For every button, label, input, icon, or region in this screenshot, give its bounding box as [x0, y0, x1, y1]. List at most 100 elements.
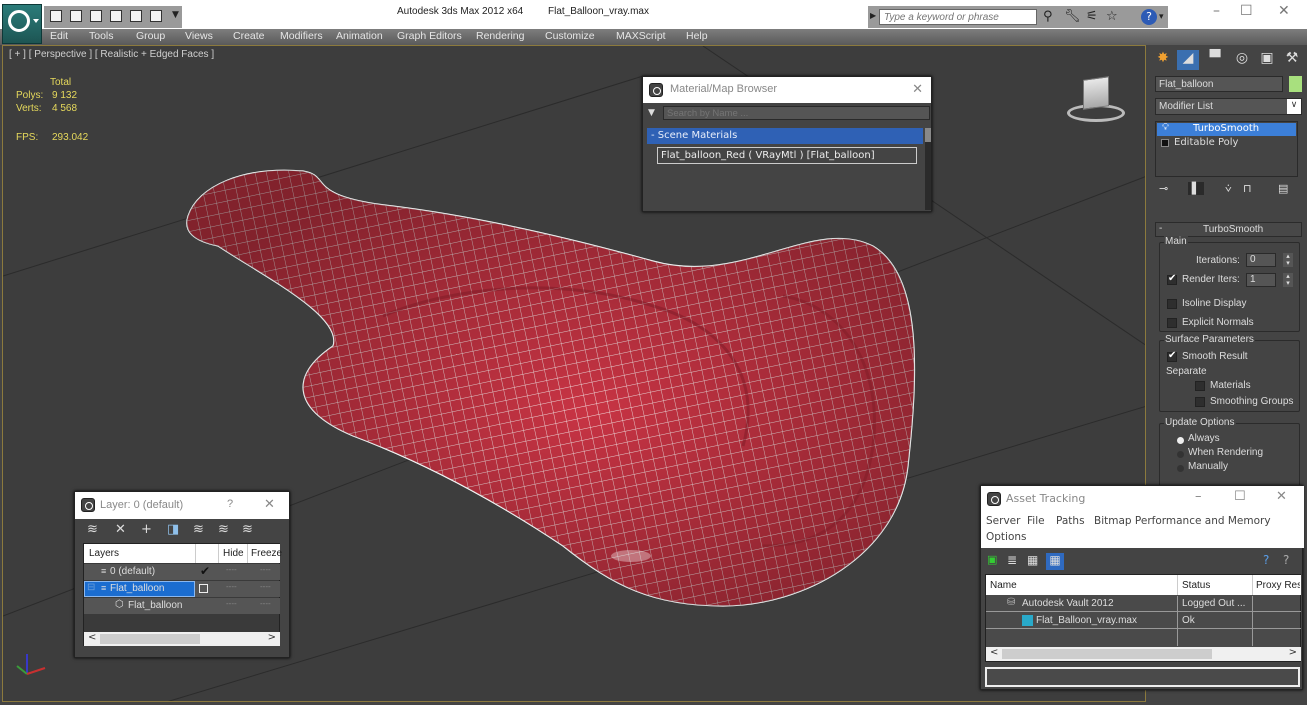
scroll-left-icon[interactable]: < [88, 632, 96, 643]
update-manually-radio[interactable] [1177, 465, 1184, 472]
modify-tab-icon[interactable]: ◢ [1177, 50, 1199, 70]
hierarchy-tab-icon[interactable]: ▀ [1204, 50, 1226, 70]
minimize-button[interactable]: – [1195, 489, 1202, 504]
menu-graph-editors[interactable]: Graph Editors [397, 30, 462, 42]
menu-create[interactable]: Create [233, 30, 265, 42]
menu-file[interactable]: File [1027, 515, 1045, 527]
scene-materials-group[interactable]: - Scene Materials [647, 128, 923, 144]
asset-row[interactable]: Flat_Balloon_vray.max Ok [986, 613, 1301, 629]
iterations-input[interactable]: 0 [1246, 253, 1276, 267]
menu-options[interactable]: Options [986, 531, 1027, 543]
scroll-right-icon[interactable]: > [1289, 647, 1297, 658]
column-status[interactable]: Status [1182, 580, 1210, 591]
layer-dialog-titlebar[interactable]: Layer: 0 (default) ? ✕ [75, 492, 289, 519]
binoculars-icon[interactable]: ⚲ [1043, 9, 1053, 24]
isoline-display-checkbox[interactable] [1167, 299, 1177, 309]
smooth-result-checkbox[interactable] [1167, 350, 1177, 362]
asset-horizontal-scrollbar[interactable]: < > [986, 647, 1301, 661]
material-search-input[interactable] [663, 106, 930, 120]
hide-all-layers-icon[interactable]: ≋ [218, 522, 229, 537]
3ds-max-logo-icon[interactable] [2, 4, 42, 44]
close-icon[interactable]: ✕ [912, 81, 923, 97]
expand-arrow-icon[interactable]: ▶ [870, 11, 876, 20]
show-end-result-icon[interactable]: ▌ [1188, 182, 1204, 195]
create-tab-icon[interactable]: ✸ [1152, 50, 1174, 70]
layer-horizontal-scrollbar[interactable]: < > [84, 632, 280, 646]
chevron-down-icon[interactable]: ∨ [1287, 99, 1301, 114]
hold-icon[interactable] [130, 10, 142, 22]
thumbnail-view-icon[interactable]: ▦ [1027, 553, 1038, 567]
expand-icon[interactable]: ⊟ [87, 582, 95, 593]
column-layers[interactable]: Layers [89, 548, 119, 559]
menu-modifiers[interactable]: Modifiers [280, 30, 323, 42]
refresh-icon[interactable]: ▣ [987, 553, 997, 566]
viewcube[interactable] [1063, 74, 1129, 126]
undo-icon[interactable] [90, 10, 102, 22]
scroll-left-icon[interactable]: < [990, 647, 998, 658]
column-name[interactable]: Name [990, 580, 1017, 591]
help-button[interactable]: ? [227, 498, 233, 510]
freeze-toggle[interactable]: ---- [260, 599, 271, 608]
column-hide[interactable]: Hide [223, 548, 244, 559]
viewcube-cube-icon[interactable] [1083, 76, 1109, 110]
freeze-toggle[interactable]: ---- [260, 565, 271, 574]
configure-modifier-sets-icon[interactable]: ▤ [1278, 182, 1288, 195]
star-icon[interactable]: ☆ [1106, 9, 1118, 24]
expand-icon[interactable] [1161, 139, 1169, 147]
update-always-radio[interactable] [1177, 437, 1184, 444]
qat-dropdown-icon[interactable]: ▼ [172, 10, 179, 20]
context-help-icon[interactable]: ? [1283, 553, 1289, 567]
viewport-label[interactable]: [ + ] [ Perspective ] [ Realistic + Edge… [9, 49, 214, 60]
close-icon[interactable]: ✕ [264, 496, 275, 512]
layer-row[interactable]: ⬡ Flat_balloon ---- ---- [84, 598, 280, 614]
column-freeze[interactable]: Freeze [251, 548, 282, 559]
help-icon[interactable]: ? [1263, 553, 1269, 567]
highlight-layer-icon[interactable]: ≋ [193, 522, 204, 537]
wrench-icon[interactable]: 🔧︎ [1064, 9, 1081, 24]
explicit-normals-checkbox[interactable] [1167, 318, 1177, 328]
freeze-toggle[interactable]: ---- [260, 582, 271, 591]
create-layer-icon[interactable]: ≋ [87, 522, 98, 537]
hide-toggle[interactable]: ---- [226, 565, 237, 574]
menu-views[interactable]: Views [185, 30, 213, 42]
close-button[interactable]: ✕ [1276, 489, 1287, 504]
modifier-list-dropdown[interactable]: Modifier List ∨ [1155, 98, 1302, 115]
menu-server[interactable]: Server [986, 515, 1020, 527]
menu-paths[interactable]: Paths [1056, 515, 1085, 527]
iterations-spinner[interactable]: ▴ ▾ [1283, 253, 1293, 267]
turbosmooth-rollout-header[interactable]: - TurboSmooth [1155, 222, 1302, 237]
hide-toggle[interactable]: ---- [226, 599, 237, 608]
motion-tab-icon[interactable]: ◎ [1231, 50, 1253, 70]
menu-maxscript[interactable]: MAXScript [616, 30, 666, 42]
pin-stack-icon[interactable]: ⊸ [1159, 182, 1168, 195]
menu-tools[interactable]: Tools [89, 30, 114, 42]
update-when-rendering-radio[interactable] [1177, 451, 1184, 458]
fetch-icon[interactable] [150, 10, 162, 22]
keyword-search-input[interactable] [879, 9, 1037, 25]
asset-path-field[interactable] [985, 667, 1300, 687]
object-name-field[interactable]: Flat_balloon [1155, 76, 1283, 92]
render-iters-input[interactable]: 1 [1246, 273, 1276, 287]
render-iters-spinner[interactable]: ▴ ▾ [1283, 273, 1293, 287]
delete-layer-icon[interactable]: ✕ [115, 522, 126, 537]
utilities-tab-icon[interactable]: ⚒ [1281, 50, 1303, 70]
add-to-layer-icon[interactable]: + [141, 522, 152, 537]
material-browser-titlebar[interactable]: Material/Map Browser ✕ [643, 77, 931, 103]
close-button[interactable]: ✕ [1278, 3, 1290, 19]
satellite-icon[interactable]: ⚟ [1086, 9, 1098, 24]
select-in-layer-icon[interactable]: ◨ [167, 522, 179, 537]
object-color-swatch[interactable] [1289, 76, 1302, 92]
material-item[interactable]: Flat_balloon_Red ( VRayMtl ) [Flat_ballo… [657, 147, 917, 164]
lightbulb-icon[interactable]: 💡︎ [1162, 122, 1169, 133]
menu-help[interactable]: Help [686, 30, 708, 42]
menu-group[interactable]: Group [136, 30, 165, 42]
materials-checkbox[interactable] [1195, 381, 1205, 391]
scroll-right-icon[interactable]: > [268, 632, 276, 643]
save-icon[interactable] [70, 10, 82, 22]
set-current-checkbox[interactable] [199, 584, 208, 593]
make-unique-icon[interactable]: ⩒ [1225, 182, 1232, 196]
collapse-icon[interactable]: - [1159, 223, 1162, 234]
asset-row[interactable]: ⛁ Autodesk Vault 2012 Logged Out ... [986, 596, 1301, 612]
menu-rendering[interactable]: Rendering [476, 30, 524, 42]
menu-animation[interactable]: Animation [336, 30, 383, 42]
